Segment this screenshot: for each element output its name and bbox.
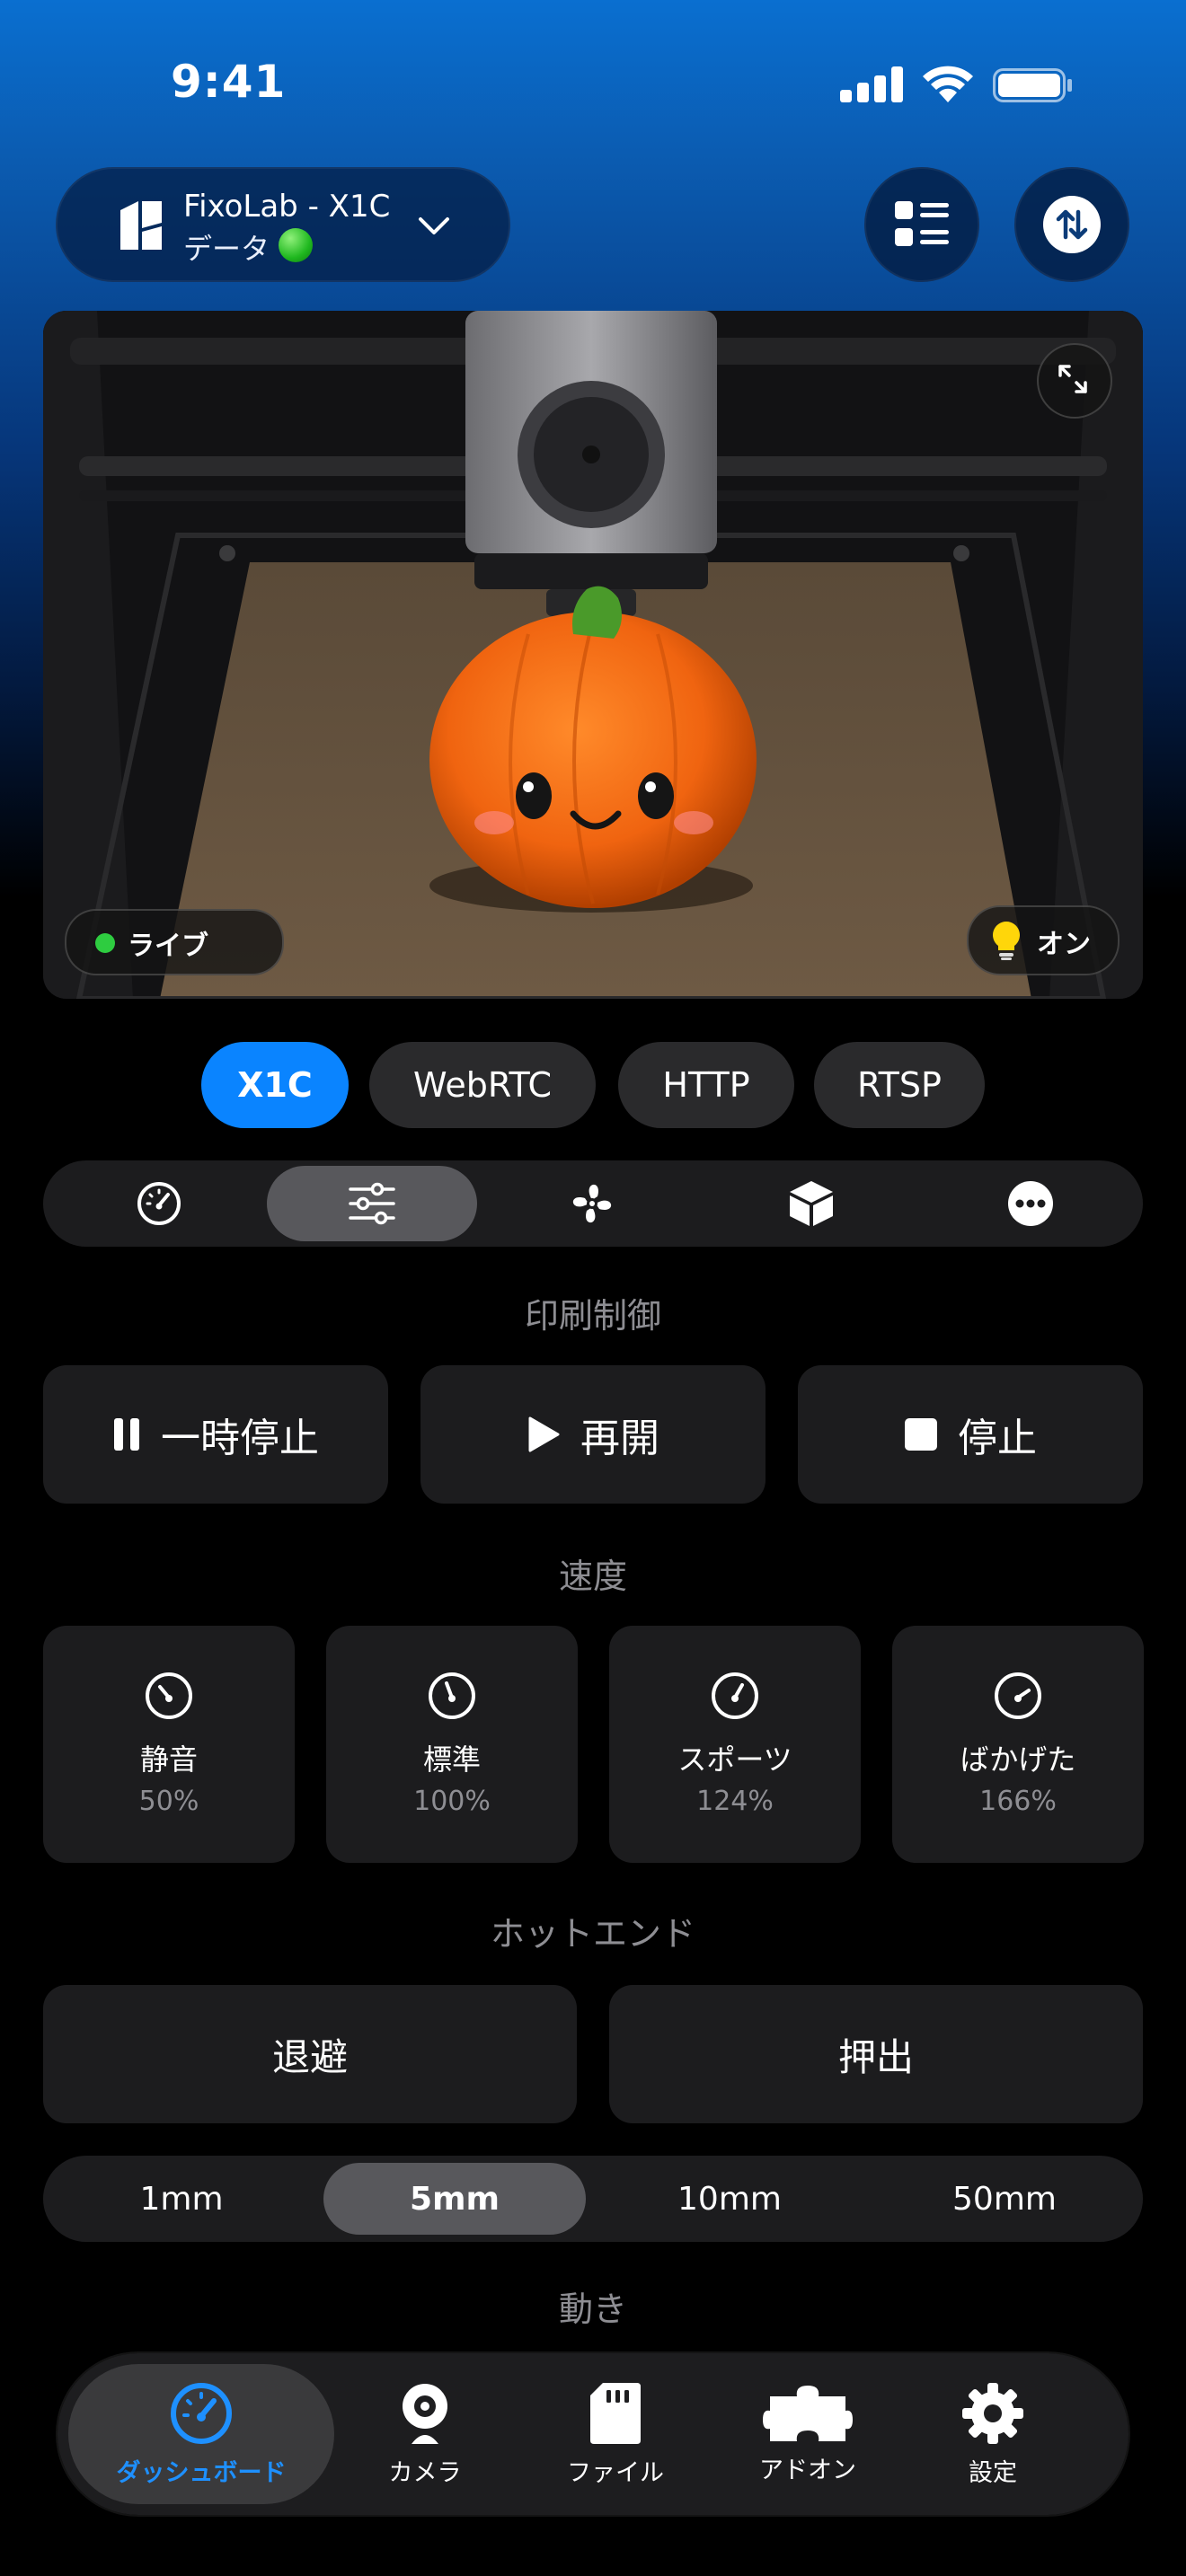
distance-option-50mm[interactable]: 50mm — [873, 2163, 1136, 2235]
tab-label: ダッシュボード — [116, 2458, 287, 2487]
speed-mode-standard[interactable]: 標準 100% — [326, 1626, 578, 1863]
cellular-signal-icon — [840, 66, 903, 102]
fullscreen-button[interactable] — [1037, 343, 1112, 419]
speedometer-icon — [712, 1672, 758, 1719]
control-segment — [43, 1160, 1143, 1247]
stream-tab-http[interactable]: HTTP — [618, 1042, 794, 1128]
chevron-down-icon — [419, 217, 449, 234]
tab-label: 設定 — [969, 2458, 1017, 2487]
extrude-button[interactable]: 押出 — [609, 1985, 1143, 2123]
pause-button[interactable]: 一時停止 — [43, 1365, 388, 1504]
pause-icon — [114, 1418, 139, 1451]
control-tab-gauge[interactable] — [54, 1166, 264, 1241]
stop-button[interactable]: 停止 — [798, 1365, 1143, 1504]
speed-mode-value: 124% — [696, 1786, 774, 1817]
printer-camera-image — [43, 311, 1143, 999]
light-label: オン — [1037, 929, 1091, 960]
printer-logo-icon — [120, 201, 162, 250]
control-tab-box[interactable] — [706, 1166, 916, 1241]
list-button[interactable] — [864, 167, 979, 282]
printer-status-dot — [279, 228, 313, 262]
sliders-icon — [349, 1182, 395, 1225]
resume-label: 再開 — [580, 1416, 659, 1461]
speed-mode-silent[interactable]: 静音 50% — [43, 1626, 295, 1863]
tab-camera[interactable]: カメラ — [359, 2364, 491, 2504]
swap-button[interactable] — [1014, 167, 1129, 282]
speed-mode-value: 100% — [413, 1786, 491, 1817]
section-title-speed: 速度 — [558, 1557, 627, 1596]
swap-arrows-icon — [1056, 209, 1088, 240]
fan-icon — [572, 1184, 612, 1223]
speedometer-icon — [146, 1672, 192, 1719]
speed-mode-name: ばかげた — [960, 1742, 1076, 1777]
stream-tab-rtsp[interactable]: RTSP — [814, 1042, 985, 1128]
speed-mode-name: 静音 — [139, 1742, 198, 1777]
speed-mode-name: 標準 — [422, 1742, 481, 1777]
control-tab-fan[interactable] — [487, 1166, 697, 1241]
speed-mode-value: 166% — [979, 1786, 1057, 1817]
control-tab-more[interactable] — [925, 1166, 1136, 1241]
tab-label: アドオン — [759, 2456, 856, 2484]
printer-subtitle: データ — [183, 232, 270, 266]
sd-card-icon — [590, 2382, 641, 2444]
retract-button[interactable]: 退避 — [43, 1985, 577, 2123]
resume-button[interactable]: 再開 — [420, 1365, 766, 1504]
tab-label: カメラ — [388, 2458, 462, 2487]
distance-option-10mm[interactable]: 10mm — [598, 2163, 861, 2235]
live-dot — [95, 933, 115, 953]
status-time: 9:41 — [171, 56, 287, 108]
distance-option-1mm[interactable]: 1mm — [50, 2163, 313, 2235]
stream-tab-x1c[interactable]: X1C — [201, 1042, 349, 1128]
lightbulb-icon — [993, 922, 1020, 960]
battery-icon — [993, 68, 1072, 102]
live-indicator: ライブ — [65, 909, 284, 975]
distance-option-5mm[interactable]: 5mm — [323, 2163, 586, 2235]
play-icon — [528, 1416, 560, 1452]
live-label: ライブ — [128, 931, 208, 962]
section-title-hotend: ホットエンド — [490, 1914, 695, 1954]
section-title-print-control: 印刷制御 — [524, 1296, 661, 1336]
speedometer-icon — [429, 1672, 475, 1719]
speed-mode-value: 50% — [138, 1786, 199, 1817]
expand-icon — [1058, 365, 1087, 393]
stop-label: 停止 — [958, 1416, 1037, 1461]
section-title-movement: 動き — [558, 2289, 627, 2329]
wifi-icon — [923, 66, 973, 102]
tab-settings[interactable]: 設定 — [927, 2364, 1058, 2504]
tab-files[interactable]: ファイル — [550, 2364, 681, 2504]
control-tab-sliders[interactable] — [267, 1166, 477, 1241]
camera-feed[interactable]: ライブ オン — [43, 311, 1143, 999]
list-icon — [895, 201, 949, 246]
speed-mode-sport[interactable]: スポーツ 124% — [609, 1626, 861, 1863]
gauge-icon — [137, 1182, 181, 1225]
pause-label: 一時停止 — [161, 1416, 319, 1461]
tab-label: ファイル — [567, 2458, 664, 2487]
speedometer-icon — [995, 1672, 1041, 1719]
stream-tab-webrtc[interactable]: WebRTC — [369, 1042, 596, 1128]
stop-icon — [905, 1418, 937, 1451]
printer-selector[interactable]: FixoLab - X1C データ — [56, 167, 510, 282]
swap-button-disc — [1043, 196, 1101, 253]
light-toggle[interactable]: オン — [967, 905, 1120, 975]
speed-mode-ludicrous[interactable]: ばかげた 166% — [892, 1626, 1144, 1863]
tab-addons[interactable]: アドオン — [740, 2364, 875, 2504]
box-icon — [790, 1181, 833, 1226]
distance-selector: 1mm 5mm 10mm 50mm — [43, 2156, 1143, 2242]
bottom-tab-bar: ダッシュボード カメラ ファイル アドオン 設定 — [58, 2353, 1128, 2515]
dashboard-gauge-icon — [171, 2382, 232, 2444]
speed-mode-name: スポーツ — [677, 1742, 792, 1777]
gear-icon — [962, 2382, 1023, 2444]
more-icon — [1008, 1181, 1053, 1226]
puzzle-icon — [763, 2385, 853, 2441]
printer-name: FixoLab - X1C — [183, 189, 391, 225]
webcam-icon — [403, 2383, 447, 2444]
tab-dashboard[interactable]: ダッシュボード — [68, 2364, 334, 2504]
